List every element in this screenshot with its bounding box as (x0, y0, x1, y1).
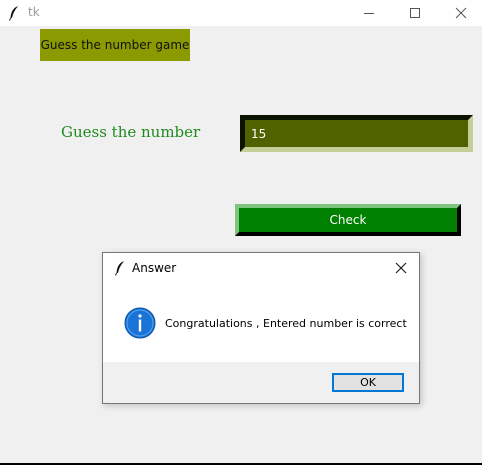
window-titlebar: tk (0, 0, 482, 26)
guess-input[interactable] (240, 115, 473, 152)
dialog-title: Answer (132, 261, 177, 275)
maximize-icon (410, 8, 420, 18)
maximize-button[interactable] (392, 0, 438, 26)
ok-button[interactable]: OK (332, 373, 404, 392)
dialog-message: Congratulations , Entered number is corr… (165, 317, 407, 330)
minimize-icon (364, 13, 374, 14)
close-icon (455, 7, 467, 19)
feather-icon (115, 261, 124, 276)
minimize-button[interactable] (346, 0, 392, 26)
info-icon (124, 307, 156, 339)
dialog-titlebar: Answer (103, 253, 419, 283)
game-title-label: Guess the number game (40, 29, 190, 61)
check-button[interactable]: Check (235, 204, 461, 236)
answer-dialog: Answer Congratulations , Entered number … (102, 252, 420, 404)
close-button[interactable] (438, 0, 482, 26)
close-icon (395, 262, 407, 274)
dialog-close-button[interactable] (391, 258, 411, 278)
feather-icon (9, 6, 18, 21)
window-title: tk (28, 5, 40, 19)
dialog-footer: OK (103, 362, 419, 403)
guess-prompt-label: Guess the number (61, 123, 201, 141)
